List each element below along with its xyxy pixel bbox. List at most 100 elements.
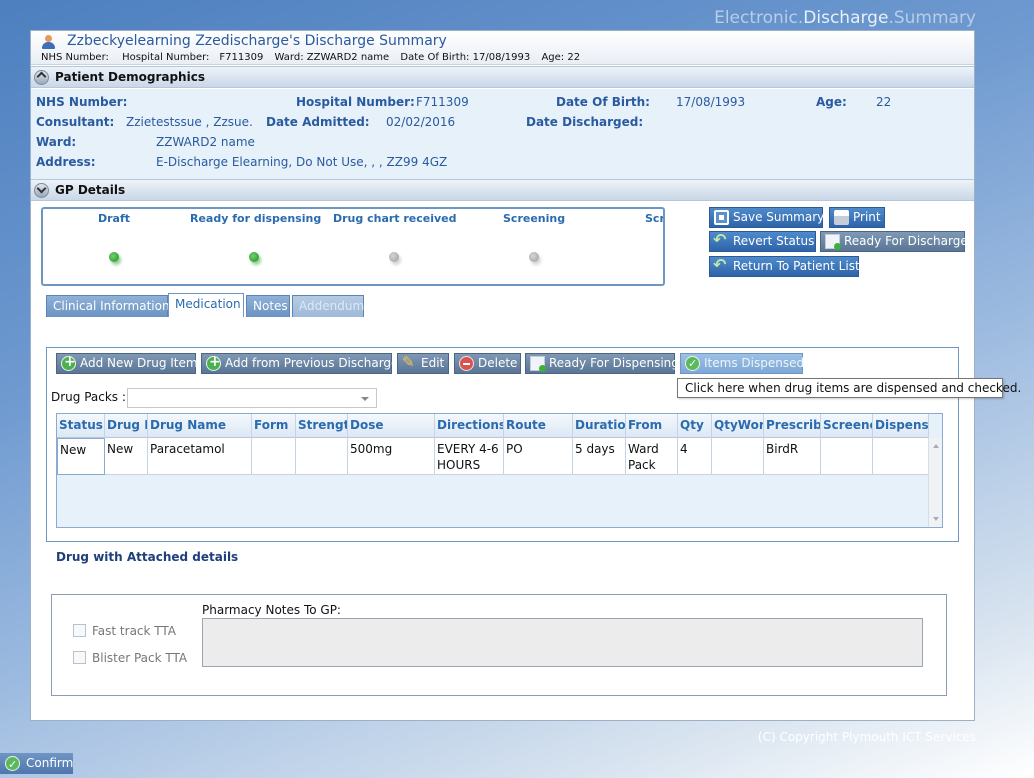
column-header-from[interactable]: From — [626, 414, 678, 438]
cell-prescriber[interactable]: BirdR — [764, 438, 821, 475]
cell-qty-words[interactable] — [712, 438, 764, 475]
cell-status[interactable]: New — [57, 438, 105, 475]
minus-icon — [459, 356, 474, 371]
dob-value: 17/08/1993 — [676, 95, 746, 109]
patient-banner: NHS Number: Hospital Number: F711309 Ward… — [41, 52, 588, 63]
add-from-previous-discharge-label: Add from Previous Discharge — [225, 356, 399, 370]
drug-packs-label: Drug Packs : — [51, 390, 126, 404]
grid-vertical-scrollbar[interactable] — [928, 438, 942, 527]
undo-icon — [713, 255, 729, 274]
items-dispensed-button[interactable]: Items Dispensed — [680, 353, 805, 374]
plus-icon — [206, 353, 221, 372]
brand-part-discharge: Discharge — [803, 8, 889, 28]
revert-status-label: Revert Status — [733, 234, 815, 248]
add-new-drug-item-label: Add New Drug Item — [80, 356, 198, 370]
print-button[interactable]: Print — [829, 207, 885, 228]
brand-part-summary: .Summary — [888, 8, 976, 28]
cell-dose[interactable]: 500mg — [348, 438, 435, 475]
hospital-number-label: Hospital Number: — [296, 95, 415, 109]
gp-details-title: GP Details — [55, 183, 126, 197]
chevron-down-icon — [361, 397, 369, 401]
column-header-drug-name[interactable]: Drug Name — [148, 414, 252, 438]
tab-clinical-information[interactable]: Clinical Information — [46, 295, 170, 317]
copyright-text: (C) Copyright Plymouth ICT Services — [757, 730, 976, 744]
tab-addendum[interactable]: Addendum — [292, 295, 364, 317]
cell-route[interactable]: PO — [504, 438, 573, 475]
banner-dob-label: Date Of Birth: — [400, 52, 470, 63]
status-dot-complete — [109, 252, 119, 262]
column-header-screener[interactable]: Screene — [821, 414, 873, 438]
cell-duration[interactable]: 5 days — [573, 438, 626, 475]
confirm-label: Confirm — [26, 756, 74, 770]
edit-label: Edit — [421, 356, 445, 370]
check-circle-icon — [5, 754, 20, 775]
delete-button[interactable]: Delete — [454, 353, 521, 374]
dob-label: Date Of Birth: — [556, 95, 650, 109]
status-tracker: Draft Ready for dispensing Drug chart re… — [41, 207, 665, 286]
chevron-up-icon[interactable] — [34, 70, 49, 85]
banner-ward-label: Ward: — [274, 52, 304, 63]
ready-for-discharge-label: Ready For Discharge — [844, 234, 968, 248]
column-header-qty-words[interactable]: QtyWor — [712, 414, 764, 438]
scroll-up-icon[interactable] — [933, 444, 939, 448]
drug-packs-select[interactable] — [127, 388, 377, 408]
column-header-qty[interactable]: Qty — [678, 414, 712, 438]
cell-qty[interactable]: 4 — [678, 438, 712, 475]
confirm-button[interactable]: Confirm — [0, 753, 74, 775]
column-header-dispenser[interactable]: Dispens — [873, 414, 929, 438]
status-step-draft: Draft — [98, 212, 131, 225]
column-header-directions[interactable]: Directions — [435, 414, 504, 438]
column-header-strength[interactable]: Strengtl — [296, 414, 348, 438]
column-header-dose[interactable]: Dose — [348, 414, 435, 438]
patient-demographics-header[interactable]: Patient Demographics — [31, 66, 974, 88]
chevron-down-icon[interactable] — [34, 183, 49, 198]
plus-icon — [61, 353, 76, 372]
ward-label: Ward: — [36, 135, 77, 149]
add-new-drug-item-button[interactable]: Add New Drug Item — [56, 353, 198, 374]
column-header-status[interactable]: Status — [57, 414, 105, 438]
cell-from[interactable]: Ward Pack — [626, 438, 678, 475]
cell-drug-name[interactable]: Paracetamol — [148, 438, 252, 475]
column-header-duration[interactable]: Duratior — [573, 414, 626, 438]
blister-pack-tta-checkbox[interactable] — [73, 651, 86, 664]
column-header-prescriber[interactable]: Prescribe — [764, 414, 821, 438]
ready-for-discharge-button[interactable]: Ready For Discharge — [820, 231, 968, 252]
cell-directions[interactable]: EVERY 4-6 HOURS — [435, 438, 504, 475]
status-step-ready-dispensing: Ready for dispensing — [190, 212, 322, 225]
column-header-route[interactable]: Route — [504, 414, 573, 438]
column-header-form[interactable]: Form — [252, 414, 296, 438]
save-summary-button[interactable]: Save Summary — [709, 207, 824, 228]
status-step-drug-chart: Drug chart received — [333, 212, 457, 225]
patient-demographics-title: Patient Demographics — [55, 70, 205, 84]
grid-header: Status Drug I Drug Name Form Strengtl Do… — [57, 414, 929, 438]
table-row[interactable]: New New Paracetamol 500mg EVERY 4-6 HOUR… — [57, 438, 929, 475]
cell-form[interactable] — [252, 438, 296, 475]
consultant-value: Zzietestssue , Zzsue. — [126, 115, 253, 129]
print-label: Print — [853, 210, 881, 224]
revert-status-button[interactable]: Revert Status — [709, 230, 816, 252]
tab-notes[interactable]: Notes — [246, 295, 290, 317]
tab-medication[interactable]: Medication — [168, 293, 244, 317]
return-to-patient-list-button[interactable]: Return To Patient List — [709, 255, 860, 277]
date-admitted-label: Date Admitted: — [266, 115, 370, 129]
scroll-down-icon[interactable] — [933, 517, 939, 521]
cell-strength[interactable] — [296, 438, 348, 475]
pharmacy-notes-textarea[interactable] — [202, 618, 923, 667]
items-dispensed-label: Items Dispensed — [704, 356, 805, 370]
column-header-drug-id[interactable]: Drug I — [105, 414, 148, 438]
ready-for-dispensing-label: Ready For Dispensing — [549, 356, 679, 370]
address-value: E-Discharge Elearning, Do Not Use, , , Z… — [156, 155, 448, 169]
add-from-previous-discharge-button[interactable]: Add from Previous Discharge — [201, 353, 398, 374]
edit-button[interactable]: Edit — [397, 353, 449, 374]
fast-track-tta-checkbox[interactable] — [73, 624, 86, 637]
status-dot-pending — [389, 252, 399, 262]
cell-drug-id[interactable]: New — [105, 438, 148, 475]
date-admitted-value: 02/02/2016 — [386, 115, 456, 129]
cell-screener[interactable] — [821, 438, 873, 475]
cell-dispenser[interactable] — [873, 438, 929, 475]
window-header: Zzbeckyelearning Zzedischarge's Discharg… — [31, 31, 974, 65]
status-dot-complete — [249, 252, 259, 262]
gp-details-header[interactable]: GP Details — [31, 179, 974, 201]
banner-age-value: 22 — [567, 52, 581, 63]
ready-for-dispensing-button[interactable]: Ready For Dispensing — [525, 353, 679, 374]
